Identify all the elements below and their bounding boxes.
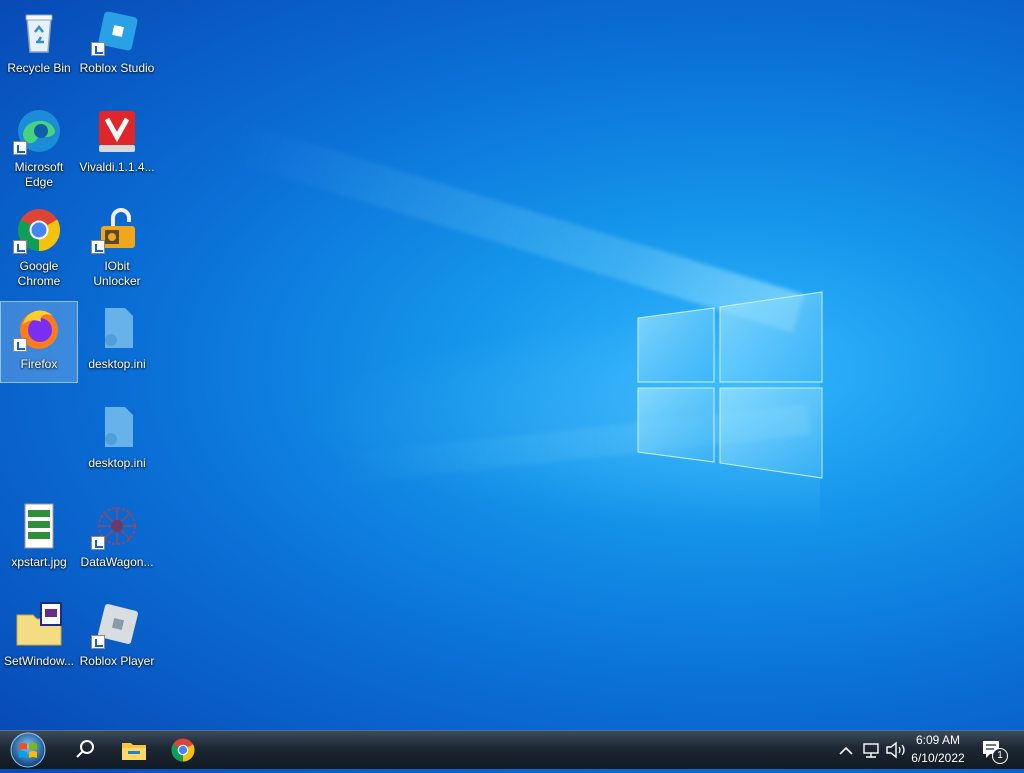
shortcut-arrow-icon: [13, 141, 27, 155]
clock-date: 6/10/2022: [911, 751, 965, 765]
shortcut-arrow-icon: [13, 240, 27, 254]
shortcut-arrow-icon: [91, 42, 105, 56]
desktop-ini-file-icon[interactable]: desktop.ini: [79, 302, 155, 382]
shortcut-arrow-icon: [13, 338, 27, 352]
taskbar-search-button[interactable]: [66, 734, 104, 766]
taskbar: 6:09 AM 6/10/2022 1: [0, 730, 1024, 769]
action-center-button[interactable]: 1: [978, 734, 1012, 766]
search-icon: [76, 740, 94, 758]
datawagon-desktop-icon[interactable]: DataWagon...: [79, 500, 155, 580]
setwindow-icon: [16, 602, 62, 646]
vivaldi-desktop-icon[interactable]: Vivaldi.1.1.4...: [79, 105, 155, 185]
vivaldi-installer-icon: [99, 111, 135, 152]
icon-label: Firefox: [20, 357, 58, 371]
desktop-ini-file-icon[interactable]: desktop.ini: [79, 401, 155, 481]
network-icon: [863, 743, 879, 758]
windows-logo-wallpaper: [637, 291, 823, 479]
recycle-bin-icon: [25, 14, 53, 53]
firefox-desktop-icon[interactable]: Firefox: [0, 301, 78, 383]
icon-label: desktop.ini: [88, 357, 146, 371]
shortcut-arrow-icon: [91, 240, 105, 254]
icon-label: SetWindow...: [3, 654, 75, 668]
shortcut-arrow-icon: [91, 536, 105, 550]
icon-label: DataWagon...: [80, 555, 154, 569]
network-tray-button[interactable]: [860, 734, 882, 766]
microsoft-edge-desktop-icon[interactable]: Microsoft Edge: [1, 105, 77, 189]
icon-label: Vivaldi.1.1.4...: [79, 160, 155, 174]
start-button[interactable]: [6, 732, 50, 768]
google-chrome-desktop-icon[interactable]: Google Chrome: [1, 204, 77, 288]
notification-count-badge: 1: [992, 748, 1008, 764]
setwindow-desktop-icon[interactable]: SetWindow...: [1, 599, 77, 679]
settings-file-icon: [105, 407, 133, 447]
icon-label: Roblox Player: [79, 654, 155, 668]
roblox-player-desktop-icon[interactable]: Roblox Player: [79, 599, 155, 679]
icon-label: Microsoft Edge: [14, 160, 64, 189]
file-explorer-icon: [122, 743, 146, 760]
icon-label: Recycle Bin: [7, 61, 71, 75]
volume-tray-button[interactable]: [884, 734, 908, 766]
chevron-up-icon: [839, 746, 853, 755]
icon-label: IObit Unlocker: [93, 259, 141, 288]
image-file-icon: [24, 503, 54, 549]
taskbar-chrome-button[interactable]: [164, 734, 202, 766]
icon-label: Roblox Studio: [79, 61, 155, 75]
icon-label: xpstart.jpg: [11, 555, 67, 569]
speaker-icon: [886, 741, 905, 759]
icon-label: desktop.ini: [88, 456, 146, 470]
roblox-studio-desktop-icon[interactable]: Roblox Studio: [79, 6, 155, 86]
xpstart-image-desktop-icon[interactable]: xpstart.jpg: [1, 500, 77, 580]
clock-time: 6:09 AM: [915, 733, 961, 747]
show-hidden-icons-button[interactable]: [836, 734, 856, 766]
iobit-unlocker-desktop-icon[interactable]: IObit Unlocker: [79, 204, 155, 288]
icon-label: Google Chrome: [17, 259, 61, 288]
shortcut-arrow-icon: [91, 635, 105, 649]
taskbar-clock[interactable]: 6:09 AM 6/10/2022: [906, 733, 970, 766]
windows-orb-icon: [10, 732, 46, 768]
taskbar-file-explorer-button[interactable]: [115, 734, 153, 766]
settings-file-icon: [105, 308, 133, 348]
chrome-icon: [171, 738, 195, 762]
desktop[interactable]: Recycle Bin Roblox Studio Microsoft Edge…: [0, 0, 1024, 730]
recycle-bin-desktop-icon[interactable]: Recycle Bin: [1, 6, 77, 86]
